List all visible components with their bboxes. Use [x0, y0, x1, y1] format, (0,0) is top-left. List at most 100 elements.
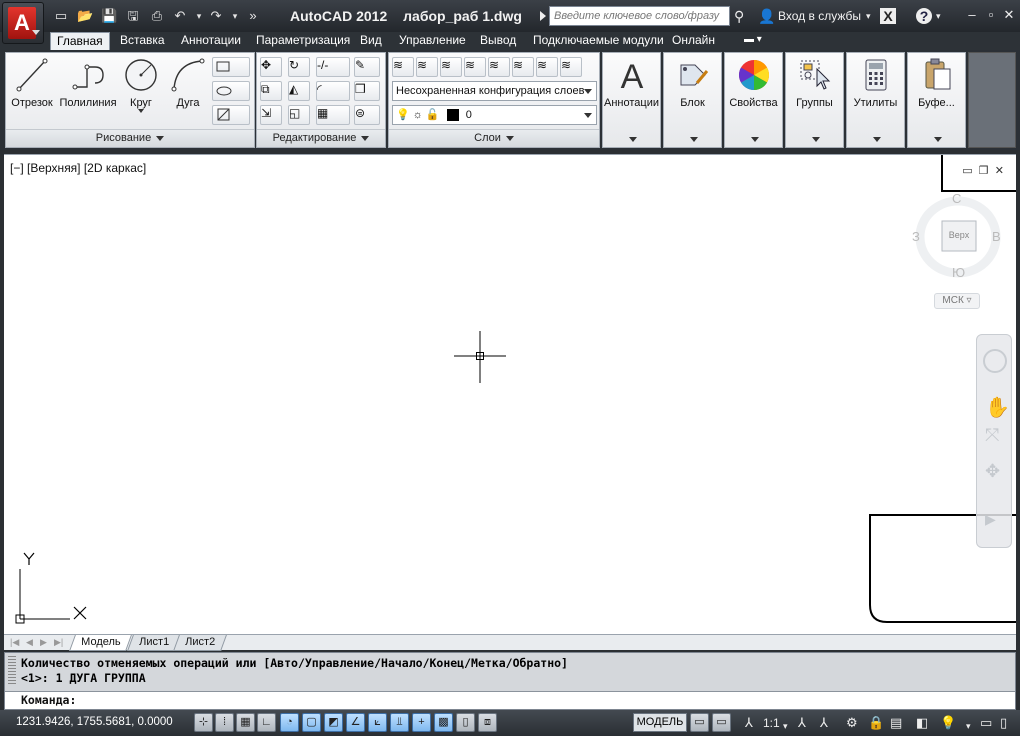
ucs-menu-button[interactable]: МСК ▿ — [934, 293, 980, 309]
layout-tab-sheet2[interactable]: Лист2 — [173, 635, 227, 651]
layer-tool-6-button[interactable]: ≋ — [512, 57, 534, 77]
annotation-panel[interactable]: A Аннотации — [602, 52, 661, 148]
ribbon-minimize-icon[interactable]: ▬ ▾ — [738, 32, 768, 50]
tab-insert[interactable]: Вставка — [114, 32, 171, 50]
layer-tool-7-button[interactable]: ≋ — [536, 57, 558, 77]
move-tool-button[interactable]: ✥ — [260, 57, 282, 77]
status-menu-icon[interactable]: ▾ — [966, 718, 971, 734]
layout-tab-model[interactable]: Модель — [69, 635, 133, 651]
3d-object-snap-toggle[interactable]: ◩ — [324, 713, 343, 732]
command-input[interactable]: Команда: — [5, 691, 1015, 709]
layer-tool-5-button[interactable]: ≋ — [488, 57, 510, 77]
chevron-down-icon[interactable] — [812, 137, 820, 142]
tab-online[interactable]: Онлайн — [666, 32, 721, 50]
viewcube-west[interactable]: З — [912, 229, 920, 244]
offset-tool-button[interactable]: ⊜ — [354, 105, 380, 125]
undo-icon[interactable]: ↶ — [172, 8, 188, 24]
zoom-extents-icon[interactable]: ⤧ — [985, 425, 999, 446]
fillet-tool-button[interactable]: ◜ — [316, 81, 350, 101]
tab-view[interactable]: Вид — [354, 32, 388, 50]
mirror-tool-button[interactable]: ◭ — [288, 81, 310, 101]
scale-tool-button[interactable]: ◱ — [288, 105, 310, 125]
chevron-down-icon[interactable] — [690, 137, 698, 142]
layer-tool-3-button[interactable]: ≋ — [440, 57, 462, 77]
quick-properties-toggle[interactable]: ▯ — [456, 713, 475, 732]
modify-panel-label[interactable]: Редактирование — [257, 129, 385, 147]
object-snap-toggle[interactable]: ▢ — [302, 713, 321, 732]
ortho-mode-toggle[interactable]: ∟ — [257, 713, 276, 732]
quick-view-drawings-button[interactable]: ▭ — [712, 713, 731, 732]
rectangle-tool-button[interactable] — [212, 57, 250, 77]
orbit-icon[interactable]: ✥ — [985, 461, 1000, 482]
save-icon[interactable]: 💾 — [101, 8, 117, 24]
dynamic-input-toggle[interactable]: ⫫ — [390, 713, 409, 732]
exchange-icon[interactable]: X — [880, 8, 896, 24]
viewcube-top-face[interactable]: Верх — [944, 230, 974, 240]
command-window-grip[interactable] — [8, 656, 16, 686]
pan-hand-icon[interactable]: ✋ — [985, 395, 1010, 420]
dynamic-ucs-toggle[interactable]: ⟀ — [368, 713, 387, 732]
grid-display-toggle[interactable]: ▦ — [236, 713, 255, 732]
chevron-down-icon[interactable] — [629, 137, 637, 142]
annotation-scale-value[interactable]: 1:1 — [763, 715, 780, 731]
prev-layout-icon[interactable]: ◀ — [26, 637, 33, 648]
coordinates-readout[interactable]: 1231.9426, 1755.5681, 0.0000 — [16, 716, 173, 728]
undo-dropdown-icon[interactable]: ▾ — [191, 8, 207, 24]
search-input[interactable]: Введите ключевое слово/фразу — [549, 6, 730, 26]
ellipse-tool-button[interactable] — [212, 81, 250, 101]
layer-state-dropdown[interactable]: Несохраненная конфигурация слоев — [392, 81, 597, 101]
open-file-icon[interactable]: 📂 — [77, 8, 93, 24]
sign-in-link[interactable]: Вход в службы — [778, 9, 861, 23]
search-expand-icon[interactable] — [540, 11, 546, 21]
isolate-objects-icon[interactable]: ◧ — [916, 715, 928, 731]
explode-tool-button[interactable]: ❒ — [354, 81, 380, 101]
quick-access-more-icon[interactable]: » — [245, 8, 261, 24]
redo-icon[interactable]: ↷ — [208, 8, 224, 24]
annotation-visibility-icon[interactable]: ⅄ — [798, 715, 806, 731]
arc-tool-button[interactable]: Дуга — [168, 57, 208, 109]
workspace-switching-icon[interactable]: ⚙ — [846, 715, 858, 731]
chevron-down-icon[interactable] — [934, 137, 942, 142]
polyline-tool-button[interactable]: Полилиния — [57, 57, 119, 109]
block-tool-button[interactable]: Блок — [664, 57, 721, 109]
selection-cycling-toggle[interactable]: ⧈ — [478, 713, 497, 732]
hardware-acceleration-icon[interactable]: ▤ — [890, 715, 902, 731]
maximize-icon[interactable]: ▫ — [983, 7, 999, 23]
snap-mode-toggle[interactable]: ⁞ — [215, 713, 234, 732]
binoculars-icon[interactable]: ⚲ — [734, 8, 744, 24]
polar-tracking-toggle[interactable]: ◔ — [280, 713, 299, 732]
tab-annotate[interactable]: Аннотации — [175, 32, 247, 50]
utilities-tool-button[interactable]: Утилиты — [847, 57, 904, 109]
chevron-down-icon[interactable] — [138, 109, 144, 113]
viewcube-east[interactable]: В — [992, 229, 1001, 244]
tab-output[interactable]: Вывод — [474, 32, 522, 50]
redo-dropdown-icon[interactable]: ▾ — [227, 8, 243, 24]
object-snap-tracking-toggle[interactable]: ∠ — [346, 713, 365, 732]
draw-panel-label[interactable]: Рисование — [6, 129, 254, 147]
steering-wheel-icon[interactable] — [983, 349, 1007, 373]
trim-tool-button[interactable]: -/- — [316, 57, 350, 77]
model-space-button[interactable]: МОДЕЛЬ — [633, 713, 687, 732]
properties-panel[interactable]: Свойства — [724, 52, 783, 148]
block-panel[interactable]: Блок — [663, 52, 722, 148]
close-icon[interactable]: ✕ — [1001, 7, 1017, 23]
clipboard-tool-button[interactable]: Буфе... — [908, 57, 965, 109]
drawing-geometry-top[interactable] — [938, 155, 1016, 195]
circle-tool-button[interactable]: Круг — [121, 57, 161, 115]
layer-tool-4-button[interactable]: ≋ — [464, 57, 486, 77]
viewcube[interactable]: Верх С Ю З В МСК ▿ — [912, 191, 1004, 311]
line-tool-button[interactable]: Отрезок — [9, 57, 55, 109]
help-dropdown-icon[interactable]: ▾ — [936, 8, 941, 24]
toolbar-lock-icon[interactable]: 🔒 — [868, 715, 884, 731]
annotation-tool-button[interactable]: A Аннотации — [603, 57, 660, 109]
annotation-scale-icon[interactable]: ⅄ — [745, 715, 753, 731]
viewcube-south[interactable]: Ю — [952, 265, 965, 280]
help-icon[interactable]: ? — [916, 8, 932, 24]
hatch-tool-button[interactable] — [212, 105, 250, 125]
groups-panel[interactable]: Группы — [785, 52, 844, 148]
tab-manage[interactable]: Управление — [393, 32, 472, 50]
next-layout-icon[interactable]: ▶ — [40, 637, 47, 648]
showmotion-icon[interactable]: ▶ — [985, 511, 996, 528]
autoscale-icon[interactable]: ⅄ — [820, 715, 828, 731]
tab-home[interactable]: Главная — [50, 32, 110, 50]
